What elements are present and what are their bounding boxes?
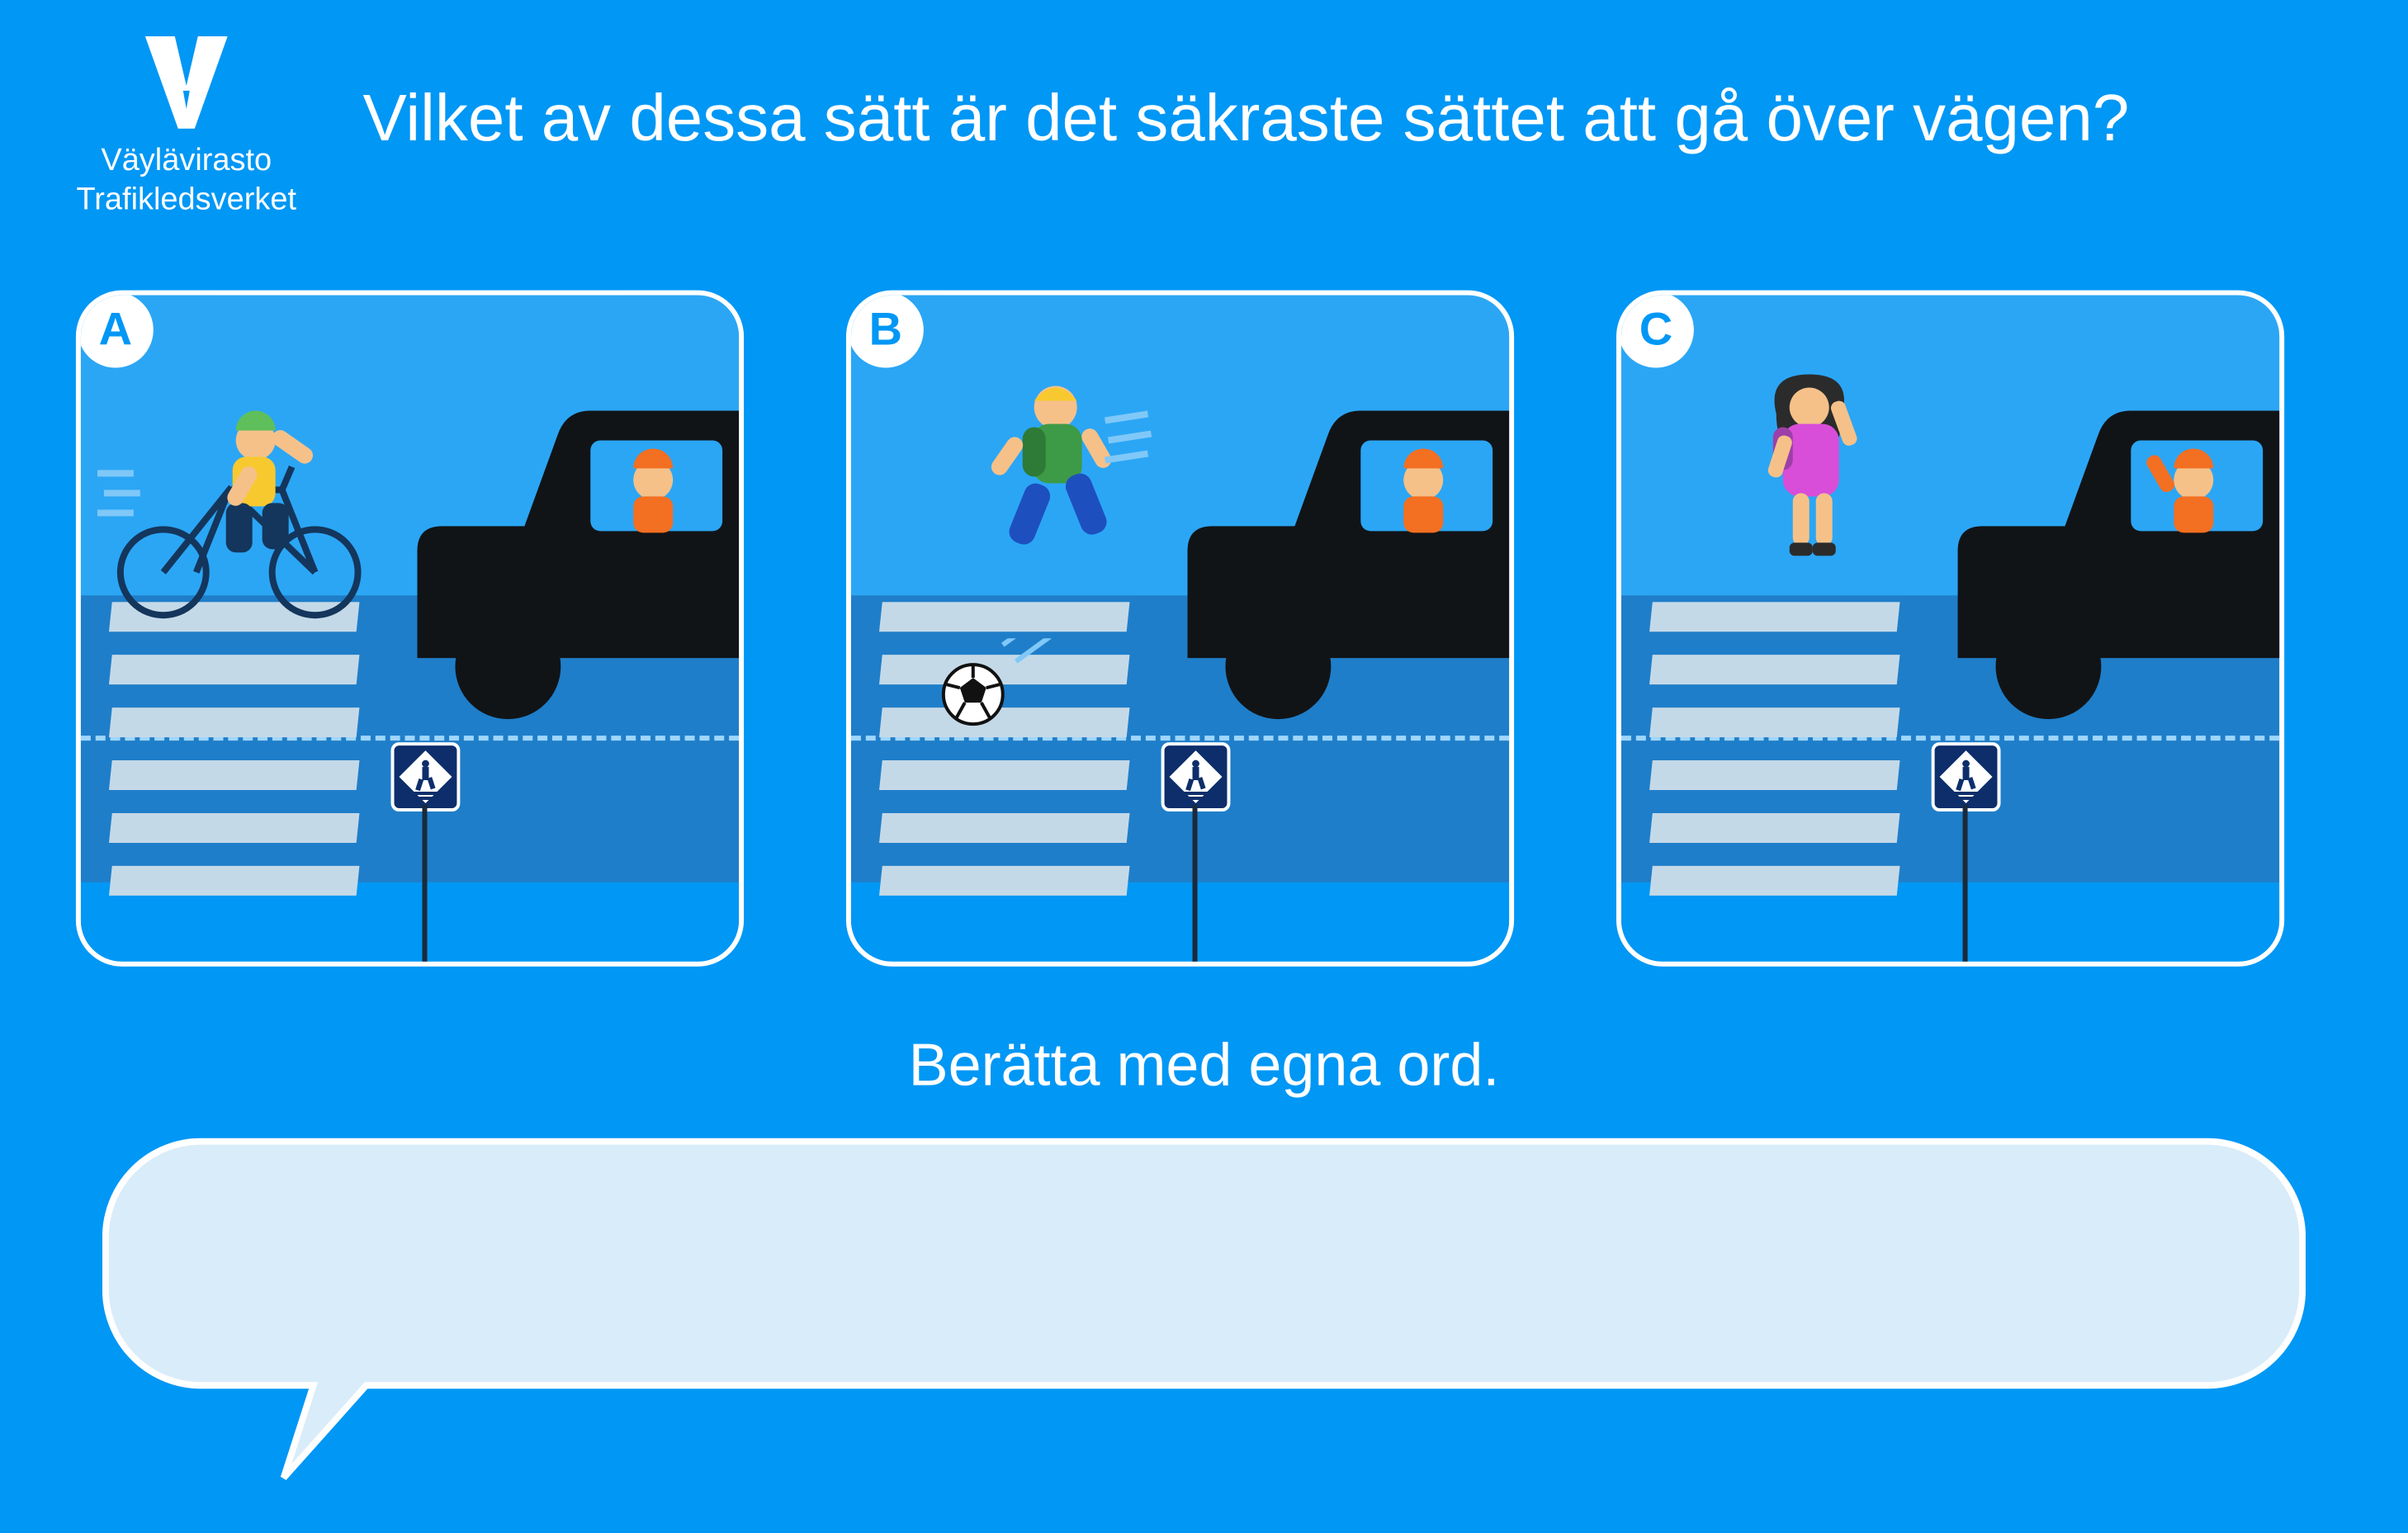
answer-speech-bubble[interactable] [102,1138,2306,1419]
option-card-b[interactable]: B [846,291,1514,967]
option-badge: C [1618,292,1694,368]
pedestrian-crossing-sign-icon [1932,741,2001,819]
soccer-ball-icon [937,638,1053,737]
running-child-icon [963,378,1161,609]
option-badge: B [848,292,924,368]
agency-name-sv: Trafikledsverket [54,181,319,220]
scene-running-child [851,296,1509,962]
pedestrian-crossing-sign-icon [1161,741,1231,819]
truck-icon [1917,410,2285,740]
agency-name-fi: Väylävirasto [54,142,319,181]
option-card-a[interactable]: A [76,291,744,967]
scene-waiting-girl [1621,296,2279,962]
vaylavirasto-logo-icon [129,36,244,129]
option-badge: A [78,292,154,368]
options-row: A [76,291,2284,967]
truck-icon [376,410,745,740]
question-text: Vilket av dessa sätt är det säkraste sät… [363,83,2130,157]
scene-cyclist [81,296,739,962]
option-card-c[interactable]: C [1616,291,2284,967]
truck-icon [1147,410,1515,740]
agency-logo: Väylävirasto Trafikledsverket [54,36,319,220]
cyclist-icon [97,391,395,622]
pedestrian-crossing-sign-icon [391,741,461,819]
prompt-text: Berätta med egna ord. [0,1031,2408,1100]
waiting-girl-icon [1724,375,1889,606]
answer-input[interactable] [168,1168,2240,1358]
